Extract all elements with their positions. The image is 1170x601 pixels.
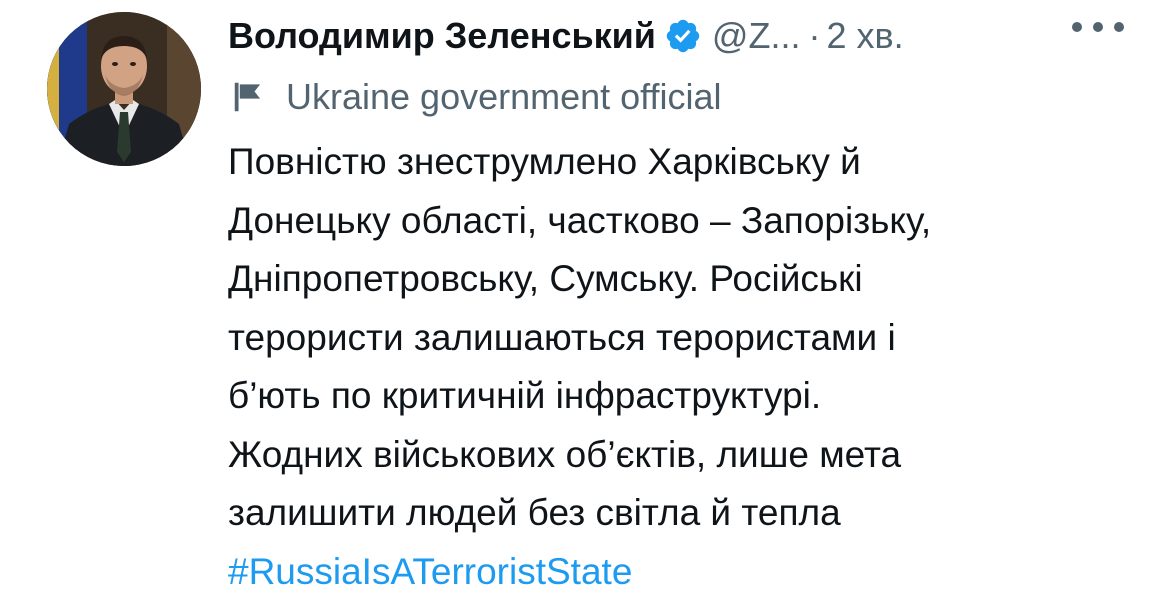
verified-badge-icon <box>666 19 700 53</box>
account-label-text: Ukraine government official <box>286 76 722 117</box>
tweet-text-line: залишити людей без світла й тепла <box>228 492 841 533</box>
tweet[interactable]: Володимир Зеленський @Z... · 2 хв. Ukrai… <box>0 0 1170 594</box>
tweet-header: Володимир Зеленський @Z... · 2 хв. <box>228 11 1128 61</box>
avatar[interactable] <box>47 12 201 166</box>
tweet-text-line: Дніпропетровську, Сумську. Російські <box>228 258 863 299</box>
more-dots-icon[interactable] <box>1070 20 1126 34</box>
account-label: Ukraine government official <box>228 72 722 122</box>
separator-dot: · <box>808 15 821 56</box>
tweet-text-line: Жодних військових об’єктів, лише мета <box>228 433 902 475</box>
tweet-text-line: Донецьку області, частково – Запорізьку, <box>228 199 932 241</box>
tweet-text-line: б’ють по критичній інфраструктурі. <box>228 375 822 416</box>
tweet-timestamp[interactable]: 2 хв. <box>826 15 903 57</box>
hashtag-link[interactable]: #RussiaIsATerroristState <box>228 551 632 592</box>
author-handle[interactable]: @Z... <box>712 15 801 57</box>
tweet-text-line: Повністю знеструмлено Харківську й <box>228 141 861 182</box>
tweet-text-line: терористи залишаються терористами і <box>228 316 896 358</box>
flag-icon <box>234 82 261 112</box>
tweet-text: Повністю знеструмлено Харківську й Донец… <box>228 133 1128 601</box>
avatar-image <box>47 12 201 166</box>
author-display-name[interactable]: Володимир Зеленський <box>228 15 656 57</box>
